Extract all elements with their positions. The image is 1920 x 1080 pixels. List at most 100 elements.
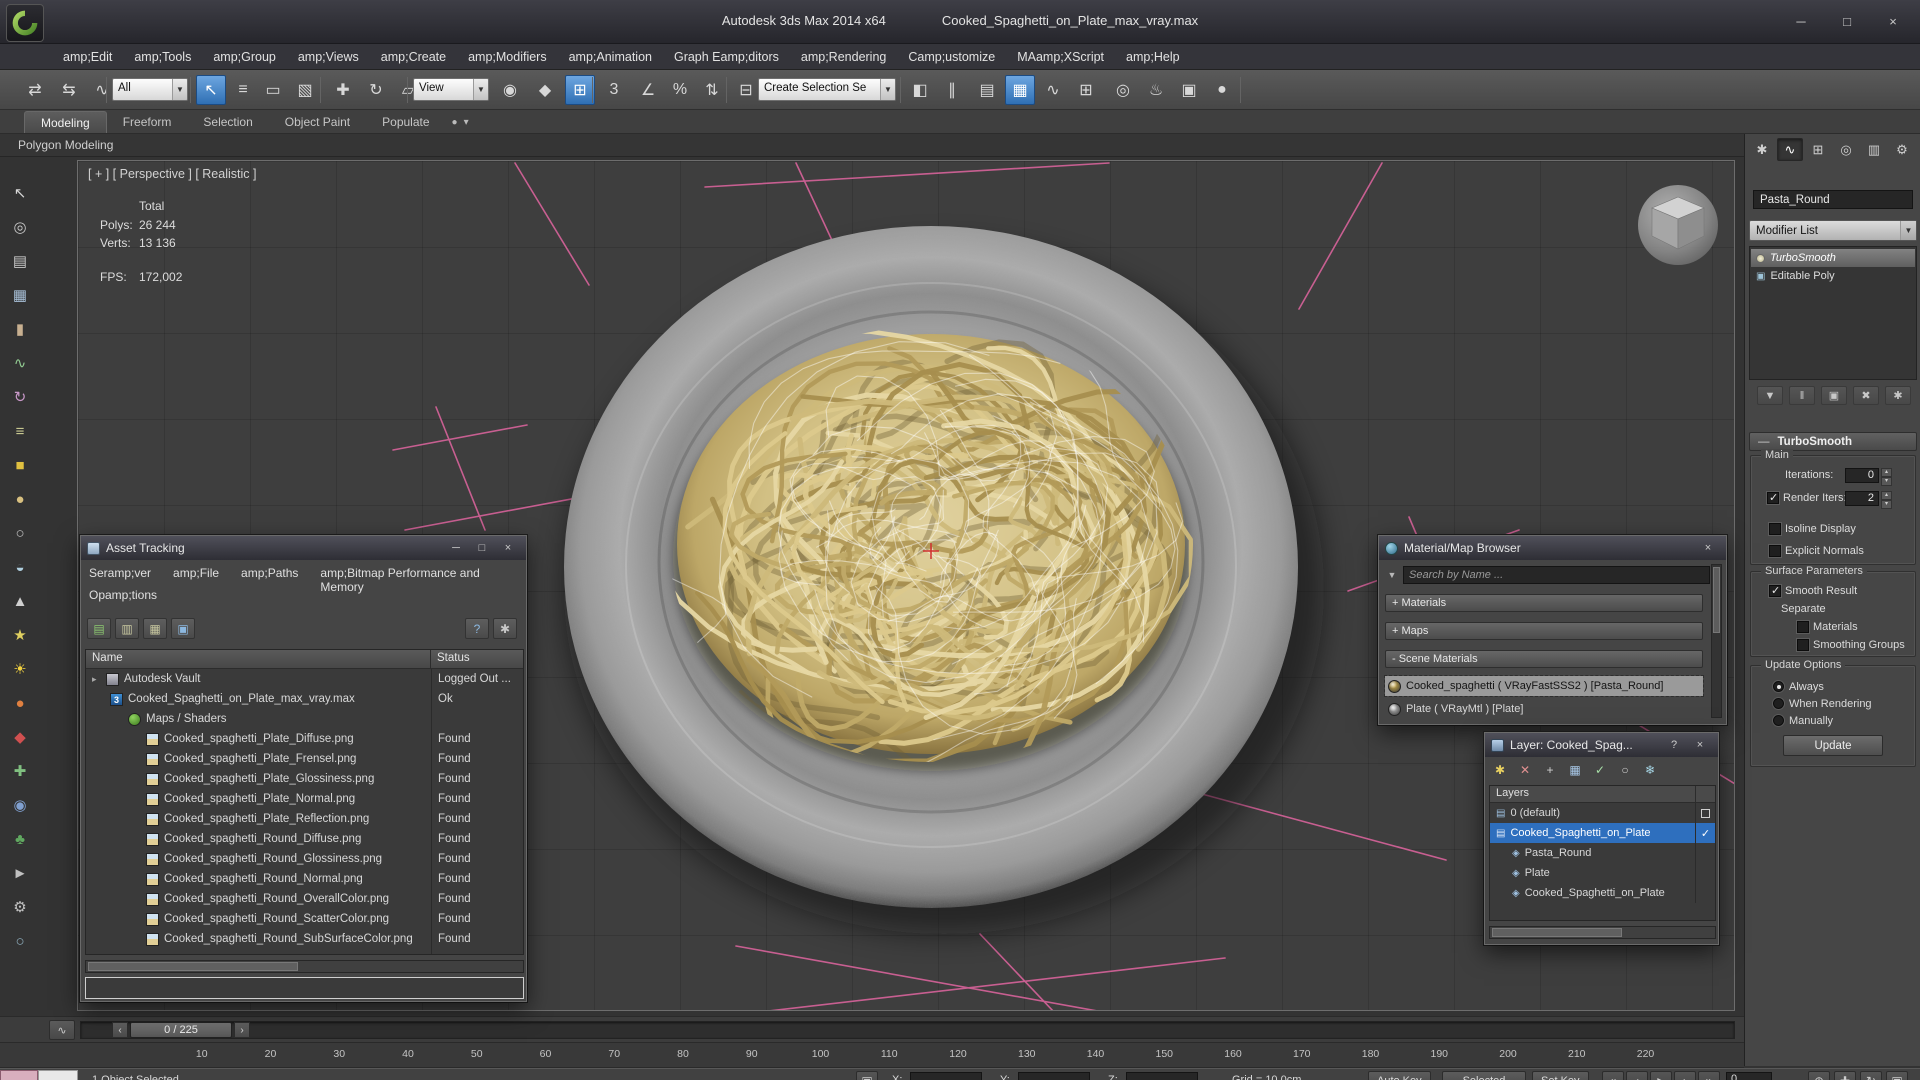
- snaps-toggle-icon[interactable]: 3: [599, 75, 629, 105]
- update-option-always[interactable]: Always: [1745, 680, 1920, 696]
- target-icon[interactable]: ◉: [5, 790, 35, 820]
- asset-menu-opamp-tions[interactable]: Opamp;tions: [89, 588, 157, 602]
- asset-row[interactable]: Cooked_spaghetti_Plate_Glossiness.pngFou…: [86, 769, 523, 789]
- asset-report-view-icon[interactable]: ▥: [115, 618, 139, 639]
- hemisphere-icon[interactable]: ◒: [5, 552, 35, 582]
- circle-primitive-icon[interactable]: ○: [5, 518, 35, 548]
- ribbon-collapsed-panel[interactable]: Polygon Modeling: [0, 134, 1920, 157]
- material-scrollbar[interactable]: [1711, 564, 1722, 718]
- material-browser-titlebar[interactable]: Material/Map Browser ×: [1379, 536, 1726, 560]
- menu-amp-rendering[interactable]: amp;Rendering: [790, 44, 897, 70]
- name-column-header[interactable]: Name: [86, 650, 431, 668]
- asset-row[interactable]: Cooked_spaghetti_Round_SubSurfaceColor.p…: [86, 929, 523, 949]
- separate-materials-checkbox[interactable]: [1797, 621, 1809, 633]
- smooth-result-checkbox[interactable]: [1769, 585, 1781, 597]
- select-tool-icon[interactable]: ↖: [5, 178, 35, 208]
- asset-row[interactable]: Maps / Shaders: [86, 709, 523, 729]
- layer-row[interactable]: ◈Cooked_Spaghetti_on_Plate: [1490, 883, 1715, 903]
- max-logo-icon[interactable]: [6, 4, 44, 42]
- menu-amp-modifiers[interactable]: amp;Modifiers: [457, 44, 558, 70]
- asset-menu-amp-paths[interactable]: amp;Paths: [241, 566, 298, 594]
- asset-minimize-button[interactable]: ─: [444, 539, 468, 557]
- stack-icon[interactable]: ≡: [5, 416, 35, 446]
- track-bar[interactable]: 1020304050607080901001101201301401501601…: [0, 1042, 1744, 1068]
- modifier-turbosmooth[interactable]: TurboSmooth: [1751, 249, 1915, 267]
- view-cube[interactable]: [1634, 181, 1722, 269]
- rendered-frame-icon[interactable]: ▣: [1174, 75, 1204, 105]
- use-pivot-point-icon[interactable]: ◉: [495, 75, 525, 105]
- smoothing-groups-checkbox[interactable]: [1797, 639, 1809, 651]
- menu-amp-help[interactable]: amp;Help: [1115, 44, 1191, 70]
- next-frame-icon[interactable]: ›: [1674, 1071, 1696, 1080]
- asset-menu-amp-bitmap-performance-and-memory[interactable]: amp;Bitmap Performance and Memory: [320, 566, 526, 594]
- asset-row[interactable]: 3Cooked_Spaghetti_on_Plate_max_vray.maxO…: [86, 689, 523, 709]
- tab-modeling[interactable]: Modeling: [24, 111, 107, 133]
- spinner-snap-icon[interactable]: ⇅: [697, 75, 727, 105]
- current-frame-field[interactable]: 0: [1726, 1072, 1772, 1080]
- asset-row[interactable]: Cooked_spaghetti_Plate_Normal.pngFound: [86, 789, 523, 809]
- asset-row[interactable]: Cooked_spaghetti_Round_Normal.pngFound: [86, 869, 523, 889]
- modifier-list-dropdown[interactable]: Modifier List ▼: [1749, 220, 1917, 241]
- menu-amp-create[interactable]: amp;Create: [370, 44, 457, 70]
- select-by-name-icon[interactable]: ≡: [228, 75, 258, 105]
- status-column-header[interactable]: Status: [431, 650, 523, 668]
- new-layer-icon[interactable]: ✱: [1491, 761, 1509, 779]
- isoline-display-checkbox[interactable]: [1769, 523, 1781, 535]
- layer-row[interactable]: ◈Pasta_Round: [1490, 843, 1715, 863]
- hide-layer-icon[interactable]: ○: [1616, 761, 1634, 779]
- current-layer-cell[interactable]: ✓: [1695, 823, 1715, 843]
- layer-row[interactable]: ◈Plate: [1490, 863, 1715, 883]
- asset-row[interactable]: Cooked_spaghetti_Plate_Diffuse.pngFound: [86, 729, 523, 749]
- explicit-normals-checkbox[interactable]: [1769, 545, 1781, 557]
- update-button[interactable]: Update: [1783, 735, 1883, 756]
- show-end-result-icon[interactable]: ‖: [1789, 386, 1815, 405]
- ribbon-minimize-icon[interactable]: ▾: [464, 117, 469, 128]
- update-option-when-rendering[interactable]: When Rendering: [1745, 697, 1920, 713]
- paint-select-icon[interactable]: ◎: [5, 212, 35, 242]
- manually-radio[interactable]: [1773, 715, 1784, 726]
- menu-amp-tools[interactable]: amp;Tools: [123, 44, 202, 70]
- gem-icon[interactable]: ◆: [5, 722, 35, 752]
- material-item[interactable]: Plate ( VRayMtl ) [Plate]: [1385, 699, 1703, 719]
- select-and-move-icon[interactable]: ✚: [328, 75, 358, 105]
- render-iters-spin-arrows[interactable]: ▴▾: [1881, 491, 1892, 506]
- select-and-link-icon[interactable]: ⇄: [20, 75, 50, 105]
- selected-set-dropdown[interactable]: Selected: [1442, 1071, 1526, 1080]
- helper-cross-icon[interactable]: ✚: [5, 756, 35, 786]
- box-primitive-icon[interactable]: ■: [5, 450, 35, 480]
- render-iters-spinner[interactable]: 2: [1845, 491, 1879, 506]
- play-arrow-icon[interactable]: ►: [5, 858, 35, 888]
- go-to-start-icon[interactable]: «: [1602, 1071, 1624, 1080]
- layers-column-header[interactable]: Layers: [1490, 786, 1695, 802]
- asset-help-icon[interactable]: ?: [465, 618, 489, 639]
- group-maps[interactable]: + Maps: [1385, 622, 1703, 640]
- pin-stack-icon[interactable]: ▼: [1757, 386, 1783, 405]
- cylinder-icon[interactable]: ▮: [5, 314, 35, 344]
- modifier-editable-poly[interactable]: ▣Editable Poly: [1751, 267, 1915, 285]
- sun-light-icon[interactable]: ☀: [5, 654, 35, 684]
- configure-modifier-sets-icon[interactable]: ✱: [1885, 386, 1911, 405]
- omni-light-icon[interactable]: ●: [5, 688, 35, 718]
- motion-tab[interactable]: ◎: [1833, 138, 1859, 161]
- pyramid-icon[interactable]: ▲: [5, 586, 35, 616]
- select-and-manipulate-icon[interactable]: ◆: [530, 75, 560, 105]
- maxscript-mini-listener-white[interactable]: [38, 1070, 78, 1080]
- spiral-icon[interactable]: ↻: [5, 382, 35, 412]
- sphere-primitive-icon[interactable]: ●: [5, 484, 35, 514]
- render-setup-icon[interactable]: ♨: [1141, 75, 1171, 105]
- reference-coordinate-dropdown[interactable]: View▼: [413, 78, 489, 101]
- percent-snap-icon[interactable]: %: [665, 75, 695, 105]
- set-key-button[interactable]: Set Key: [1532, 1071, 1589, 1080]
- matbrowser-close-button[interactable]: ×: [1696, 539, 1720, 557]
- asset-row[interactable]: ▸Autodesk VaultLogged Out ...: [86, 669, 523, 689]
- maxscript-mini-listener-pink[interactable]: [0, 1070, 38, 1080]
- tab-object-paint[interactable]: Object Paint: [269, 111, 366, 133]
- asset-table-view-icon[interactable]: ▤: [87, 618, 111, 639]
- window-crossing-icon[interactable]: ▧: [290, 75, 320, 105]
- selection-filter-dropdown[interactable]: All▼: [112, 78, 188, 101]
- asset-row[interactable]: Cooked_spaghetti_Round_ScatterColor.pngF…: [86, 909, 523, 929]
- asset-columns-view-icon[interactable]: ▦: [143, 618, 167, 639]
- material-editor-icon[interactable]: ◎: [1108, 75, 1138, 105]
- update-option-manually[interactable]: Manually: [1745, 714, 1920, 730]
- layer-hscroll-thumb[interactable]: [1492, 928, 1622, 937]
